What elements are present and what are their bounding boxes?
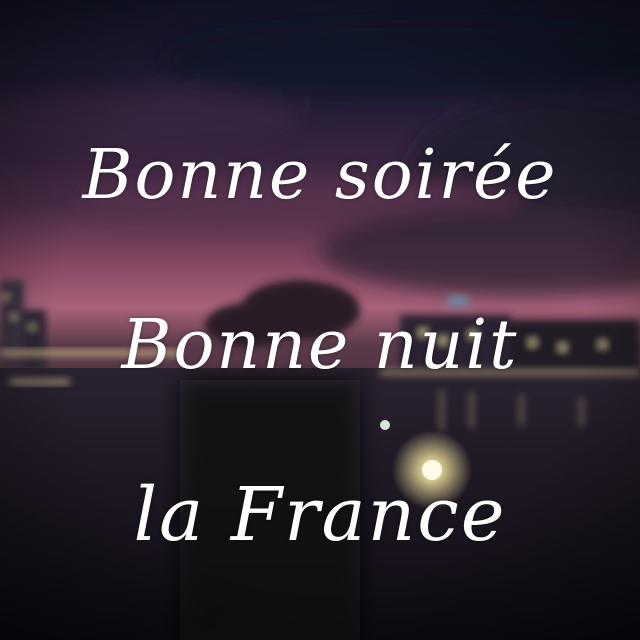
caption-line-la-france: la France [133, 472, 507, 558]
caption-line-bonne-nuit: Bonne nuit [121, 306, 519, 385]
caption-line-bonne-soiree: Bonne soirée [82, 136, 558, 215]
photo-scene: Bonne soirée Bonne nuit la France [0, 0, 640, 640]
